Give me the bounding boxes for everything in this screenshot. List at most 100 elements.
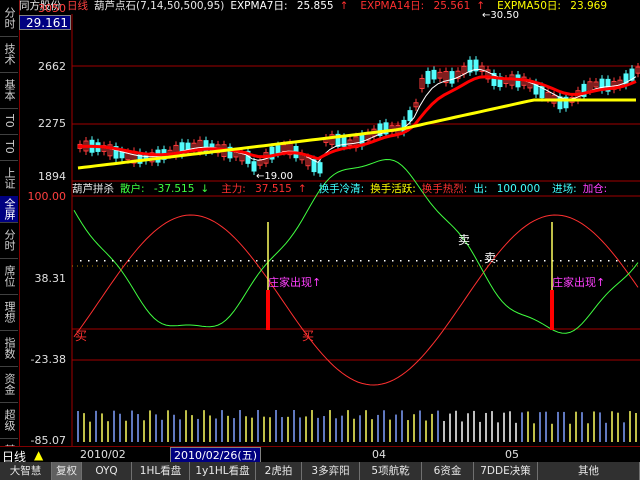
indicator-title[interactable]: 葫芦拼杀	[72, 183, 114, 195]
indicator-axis-top: 100.00	[27, 190, 67, 203]
candle-body	[275, 145, 281, 154]
dotted-marker	[464, 260, 466, 262]
dotted-marker	[192, 260, 194, 262]
dotted-marker	[320, 260, 322, 262]
bottom-tab[interactable]: 1y1HL看盘	[190, 462, 256, 480]
dotted-marker	[512, 260, 514, 262]
price-low-annotation: ←19.00	[256, 171, 294, 182]
dotted-marker	[280, 260, 282, 262]
dealer-signal-bar	[266, 290, 270, 330]
expma7-line	[77, 68, 637, 164]
dotted-marker	[496, 260, 498, 262]
current-price-box: 29.161	[19, 15, 71, 30]
dotted-marker	[288, 260, 290, 262]
dotted-marker	[584, 260, 586, 262]
dotted-marker	[368, 260, 370, 262]
dotted-marker	[296, 260, 298, 262]
sell-signal-2: 卖	[484, 251, 497, 265]
retail-label: 散户:	[120, 183, 145, 195]
indicator-axis-label-1: 38.31	[34, 272, 67, 285]
dotted-marker	[424, 260, 426, 262]
date-tick-4: 05	[505, 448, 519, 461]
chart-canvas[interactable]	[0, 0, 640, 446]
dotted-marker	[240, 260, 242, 262]
bottom-tab-bar: 大智慧 复权 OYQ 1HL看盘 1y1HL看盘 2虎拍 3多弈阳 5项航乾 6资金 7DDE决策…	[0, 462, 640, 480]
turnover-calm-label: 换手冷清:	[318, 183, 365, 195]
dotted-marker	[624, 260, 626, 262]
dotted-marker	[256, 260, 258, 262]
dotted-marker	[384, 260, 386, 262]
dotted-marker	[360, 260, 362, 262]
dotted-marker	[96, 260, 98, 262]
buy-signal-2: 买	[302, 329, 315, 343]
out-value: 100.000	[496, 183, 541, 195]
indicator-info-bar: 葫芦拼杀 散户: -37.515 ↓ 主力: 37.515 ↑ 换手冷清: 换手活跃: 换手热…	[72, 182, 640, 196]
price-high-annotation: ←30.50	[482, 10, 520, 21]
dealer-appears-label-2: 庄家出现↑	[552, 276, 606, 289]
dotted-marker	[440, 260, 442, 262]
dotted-marker	[104, 260, 106, 262]
dotted-marker	[528, 260, 530, 262]
dotted-marker	[120, 260, 122, 262]
dotted-marker	[416, 260, 418, 262]
price-axis-top: 3050	[38, 2, 66, 15]
candle-body	[449, 71, 455, 84]
price-axis-label-3: 1894	[38, 170, 66, 183]
add-position-label: 加仓:	[582, 183, 608, 195]
bottom-tab[interactable]: 7DDE决策	[474, 462, 538, 480]
dotted-marker	[144, 260, 146, 262]
bottom-tab[interactable]: 其他	[538, 462, 640, 480]
date-bar: 日线 ▲ 2010/02 2010/02/26(五) 04 05	[0, 446, 640, 464]
candle-body	[431, 69, 437, 80]
dotted-marker	[200, 260, 202, 262]
dotted-marker	[112, 260, 114, 262]
dotted-marker	[272, 260, 274, 262]
bottom-tab[interactable]: 2虎拍	[256, 462, 302, 480]
date-tick-3: 04	[372, 448, 386, 461]
dotted-marker	[224, 260, 226, 262]
bottom-tab[interactable]: 6资金	[422, 462, 474, 480]
price-axis-label-1: 2662	[38, 60, 66, 73]
dotted-marker	[632, 260, 634, 262]
dotted-marker	[376, 260, 378, 262]
turnover-active-label: 换手活跃:	[370, 183, 416, 195]
dotted-marker	[128, 260, 130, 262]
buy-signal-1: 买	[75, 329, 88, 343]
dotted-marker	[184, 260, 186, 262]
dotted-marker	[232, 260, 234, 262]
dotted-marker	[208, 260, 210, 262]
enter-label: 进场:	[552, 183, 577, 195]
dotted-marker	[344, 260, 346, 262]
expma50-line	[77, 98, 636, 170]
bottom-tab[interactable]: 3多弈阳	[302, 462, 360, 480]
main-force-value: 37.515	[255, 183, 292, 195]
dealer-appears-label-1: 庄家出现↑	[268, 276, 322, 289]
candle-body	[407, 110, 413, 122]
dotted-marker	[352, 260, 354, 262]
dotted-marker	[520, 260, 522, 262]
dotted-marker	[456, 260, 458, 262]
dotted-marker	[248, 260, 250, 262]
dotted-marker	[264, 260, 266, 262]
price-axis-label-2: 2275	[38, 117, 66, 130]
dotted-marker	[328, 260, 330, 262]
dotted-marker	[600, 260, 602, 262]
dotted-marker	[392, 260, 394, 262]
bottom-tab[interactable]: 5项航乾	[360, 462, 422, 480]
dotted-marker	[400, 260, 402, 262]
dealer-signal-bar	[550, 290, 554, 330]
candle-body	[467, 59, 473, 73]
dotted-marker	[616, 260, 618, 262]
bottom-tab[interactable]: OYQ	[82, 462, 132, 480]
bottom-tab[interactable]: 复权	[52, 462, 82, 480]
dotted-marker	[448, 260, 450, 262]
warning-triangle-icon: ▲	[34, 448, 44, 462]
bottom-tab[interactable]: 1HL看盘	[132, 462, 190, 480]
retail-arrow: ↓	[200, 183, 210, 195]
dotted-marker	[536, 260, 538, 262]
expma14-line	[78, 75, 637, 161]
dotted-marker	[176, 260, 178, 262]
brand-logo[interactable]: 大智慧	[0, 462, 52, 480]
dotted-marker	[168, 260, 170, 262]
retail-value: -37.515	[153, 183, 195, 195]
